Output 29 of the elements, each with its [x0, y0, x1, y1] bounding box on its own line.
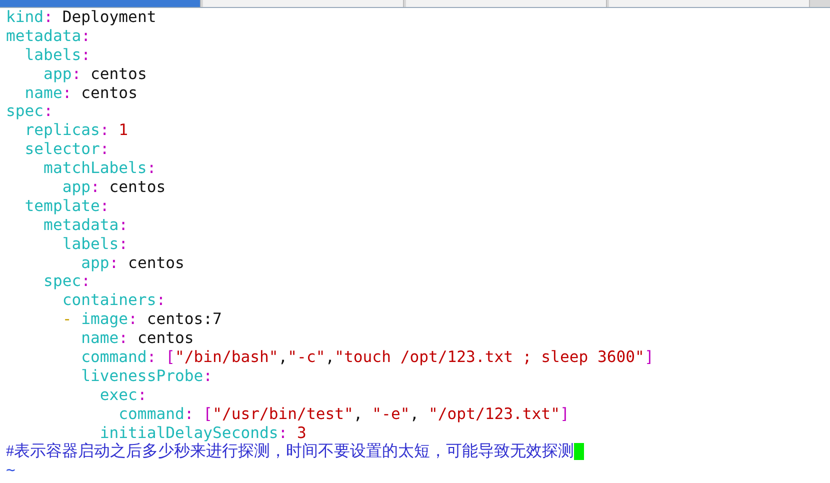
tab[interactable] [609, 0, 810, 7]
tab[interactable] [203, 0, 404, 7]
code-line: selector: [24, 140, 110, 160]
code-line: name: centos [24, 84, 138, 102]
code-line: spec: [42, 272, 90, 292]
code-line: labels: [24, 46, 90, 65]
code-line: kind: Deployment [6, 8, 156, 27]
code-line: spec: [6, 102, 53, 122]
code-line: command: ["/usr/bin/test", "-e", "/opt/123.txt"] [118, 404, 570, 424]
code-line: replicas: 1 [24, 121, 128, 140]
code-line: name: centos [80, 329, 194, 348]
code-line: initialDelaySeconds: 3 [98, 424, 306, 442]
code-line: #表示容器启动之后多少秒来进行探测，时间不要设置的太短，可能导致无效探测 [6, 442, 574, 462]
tab[interactable] [0, 0, 201, 7]
code-line: containers: [61, 291, 166, 310]
code-line: ~ [6, 461, 16, 480]
code-line: template: [24, 196, 110, 216]
code-line: - image: centos:7 [61, 310, 222, 330]
tab[interactable] [406, 0, 607, 7]
code-line: livenessProbe: [80, 366, 213, 386]
code-line: labels: [61, 234, 128, 254]
code-line: metadata: [42, 216, 128, 235]
code-line: app: centos [61, 178, 166, 197]
code-line: matchLabels: [42, 159, 156, 178]
code-line: app: centos [80, 254, 184, 272]
code-line: exec: [98, 386, 147, 405]
code-line: metadata: [6, 26, 90, 46]
code-line: app: centos [42, 64, 147, 84]
code-line: command: ["/bin/bash","-c","touch /opt/123.txt ; sleep 3600"] [80, 348, 654, 367]
